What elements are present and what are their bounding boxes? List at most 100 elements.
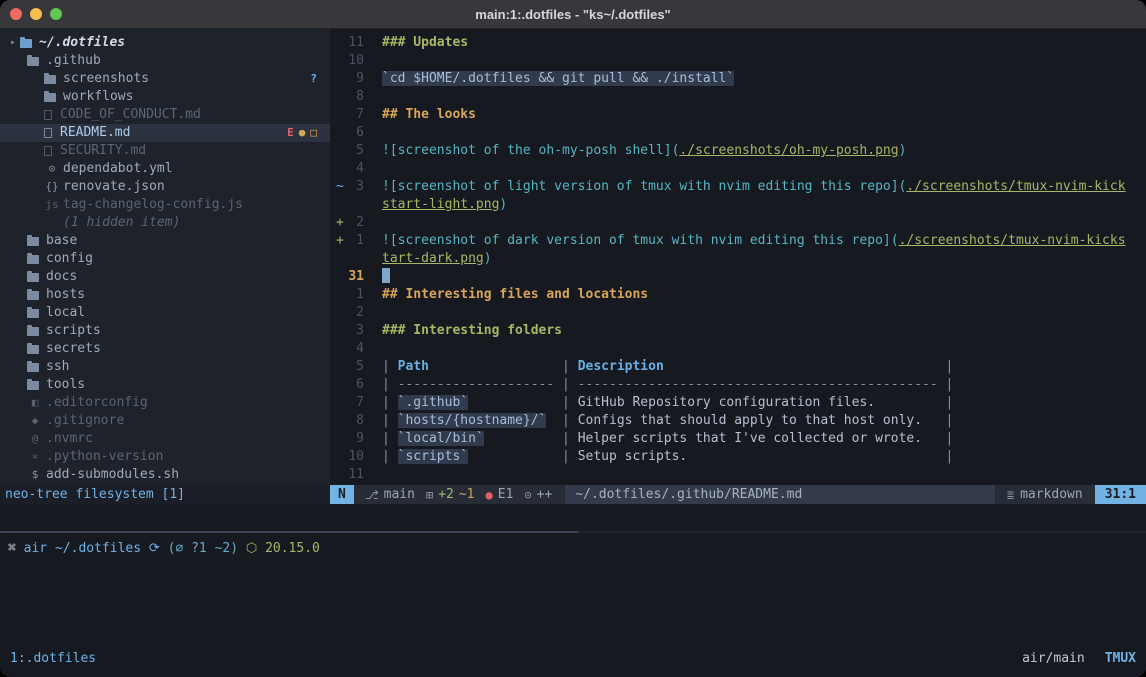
tree-item-docs[interactable]: docs [0,268,330,286]
gitsign-column [334,124,348,142]
tree-item-screenshots[interactable]: screenshots? [0,70,330,88]
editor-line[interactable]: 9`cd $HOME/.dotfiles && git pull && ./in… [334,70,1146,88]
tree-item-dependabot-yml[interactable]: ⊙dependabot.yml [0,160,330,178]
editor-lines: 11### Updates 10 9`cd $HOME/.dotfiles &&… [334,34,1146,484]
file-icon [44,128,52,138]
line-number: 1 [348,232,364,250]
editor-line[interactable]: tart-dark.png) [334,250,1146,268]
table-header: Description [578,359,664,374]
markdown-link-url: ./screenshots/oh-my-posh.png [679,143,898,158]
tree-item-hosts[interactable]: hosts [0,286,330,304]
gitsign-column [334,106,348,124]
cursor-position: 31:1 [1095,485,1146,504]
mode-indicator: N [330,485,354,504]
editor-line[interactable]: 9| `local/bin` | Helper scripts that I'v… [334,430,1146,448]
filetype-icon: ≣ [1007,488,1014,502]
editor-line[interactable]: 10 [334,52,1146,70]
editor-line[interactable]: 2 [334,304,1146,322]
editor-line[interactable]: 6 [334,124,1146,142]
tree-item-github[interactable]: .github [0,52,330,70]
tree-item-workflows[interactable]: workflows [0,88,330,106]
markdown-link-url: ./screenshots/tmux-nvim-kick [906,179,1125,194]
tree-item-dotfiles[interactable]: ▸~/.dotfiles [0,34,330,52]
gitsign-column [334,196,348,214]
tree-item-renovate-json[interactable]: {}renovate.json [0,178,330,196]
tree-item-tag-changelog-config-js[interactable]: jstag-changelog-config.js [0,196,330,214]
editor-line[interactable]: 11 [334,466,1146,484]
tree-item-code-of-conduct-md[interactable]: CODE_OF_CONDUCT.md [0,106,330,124]
editor-line[interactable]: +2 [334,214,1146,232]
titlebar[interactable]: main:1:.dotfiles - "ks~/.dotfiles" [0,0,1146,29]
diagnostic-error-badge: E [287,124,294,142]
table-punctuation: | [562,431,578,446]
tree-item-scripts[interactable]: scripts [0,322,330,340]
tree-item-tools[interactable]: tools [0,376,330,394]
editor-line[interactable]: 7## The looks [334,106,1146,124]
apple-icon: ⌘ [8,541,16,556]
traffic-lights [10,8,62,20]
neotree-sidebar[interactable]: ▸~/.dotfiles.githubscreenshots?workflows… [0,29,330,485]
body-text [468,395,562,410]
editor-line[interactable]: 5| Path | Description | [334,358,1146,376]
line-number: 4 [348,340,364,358]
tree-item-base[interactable]: base [0,232,330,250]
body-text: Configs that should apply to that host o… [578,413,946,428]
statusline-filepath[interactable]: ~/.dotfiles/.github/README.md [565,485,995,504]
editor-line[interactable]: 10| `scripts` | Setup scripts. | [334,448,1146,466]
tree-item-badges: ? [310,70,330,88]
editor-line[interactable]: 1## Interesting files and locations [334,286,1146,304]
editor-line[interactable]: 5![screenshot of the oh-my-posh shell](.… [334,142,1146,160]
expander-icon[interactable]: ▸ [10,34,20,52]
editor-line[interactable]: start-light.png) [334,196,1146,214]
tree-item-config[interactable]: config [0,250,330,268]
body-text: Helper scripts that I've collected or wr… [578,431,946,446]
unstaged-badge: □ [310,124,317,142]
editor-pane[interactable]: 11### Updates 10 9`cd $HOME/.dotfiles &&… [330,29,1146,485]
tree-item-label: add-submodules.sh [46,466,179,484]
gitsign-column [334,70,348,88]
git-branch-icon: ⎇ [365,488,379,502]
tree-item-nvmrc[interactable]: @.nvmrc [0,430,330,448]
tmux-pane-border[interactable] [0,531,1146,533]
table-punctuation: | [562,359,578,374]
minimize-button[interactable] [30,8,42,20]
diff-added: +2 [438,487,454,502]
shell-input-line[interactable]: → [8,558,1146,576]
tmux-window-tab[interactable]: 1:.dotfiles [10,651,96,666]
tree-item-local[interactable]: local [0,304,330,322]
editor-line[interactable]: ~3![screenshot of light version of tmux … [334,178,1146,196]
tree-item-editorconfig[interactable]: ◧.editorconfig [0,394,330,412]
editor-line[interactable]: 3### Interesting folders [334,322,1146,340]
tree-item-security-md[interactable]: SECURITY.md [0,142,330,160]
editor-line[interactable]: 31 [334,268,1146,286]
editor-line[interactable]: +1![screenshot of dark version of tmux w… [334,232,1146,250]
tree-item-python-version[interactable]: ∗.python-version [0,448,330,466]
node-version: ⬡ 20.15.0 [238,541,320,556]
editor-line[interactable]: 7| `.github` | GitHub Repository configu… [334,394,1146,412]
shell-pane[interactable]: ⌘ air ~/.dotfiles ⟳ (⌀ ?1 ~2) ⬡ 20.15.0 … [0,533,1146,576]
close-button[interactable] [10,8,22,20]
file-type-icon: ∗ [27,448,43,466]
tree-item-gitignore[interactable]: ◆.gitignore [0,412,330,430]
diagnostics-segment: ●E1 [486,485,514,504]
tree-item-ssh[interactable]: ssh [0,358,330,376]
zoom-button[interactable] [50,8,62,20]
tree-item-secrets[interactable]: secrets [0,340,330,358]
tree-item-1-hidden-item[interactable]: (1 hidden item) [0,214,330,232]
file-type-icon: {} [44,178,60,196]
tree-item-label: SECURITY.md [60,142,146,160]
editor-line[interactable]: 4 [334,340,1146,358]
tree-item-label: .python-version [46,448,163,466]
editor-line[interactable]: 8 [334,88,1146,106]
markdown-link-url: tart-dark.png [382,251,484,266]
tree-item-add-submodules-sh[interactable]: $add-submodules.sh [0,466,330,484]
gitsign-column [334,358,348,376]
tree-item-readme-md[interactable]: README.mdE●□ [0,124,330,142]
editor-line[interactable]: 8| `hosts/{hostname}/` | Configs that sh… [334,412,1146,430]
editor-line[interactable]: 11### Updates [334,34,1146,52]
editor-line[interactable]: 6| -------------------- | --------------… [334,376,1146,394]
markdown-link-text: ![screenshot of light version of tmux wi… [382,179,906,194]
diagnostics-count: E1 [498,487,514,502]
editor-line[interactable]: 4 [334,160,1146,178]
shell-empty-area[interactable] [0,576,1146,647]
